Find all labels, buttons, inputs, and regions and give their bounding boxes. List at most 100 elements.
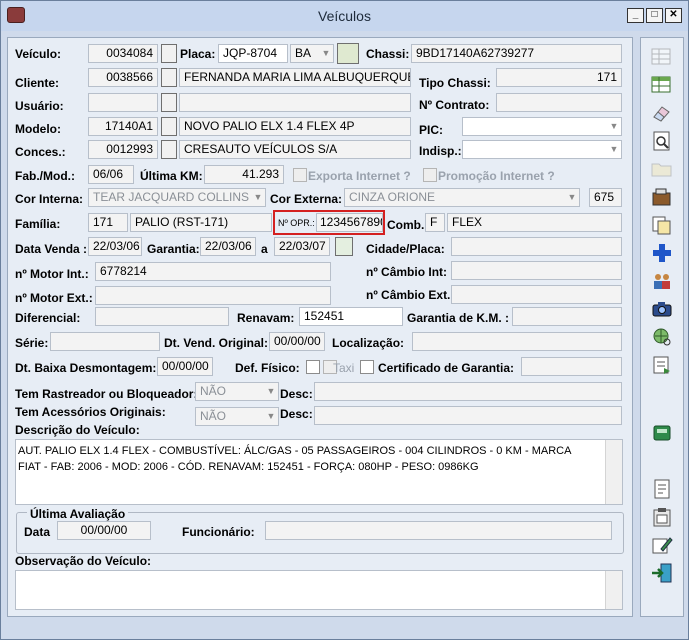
chevron-down-icon: ▼	[266, 411, 276, 421]
localizacao-field[interactable]	[412, 332, 622, 351]
cliente-name-field[interactable]: FERNANDA MARIA LIMA ALBUQUERQUE	[179, 68, 411, 87]
dt-vend-field[interactable]: 00/00/00	[269, 332, 325, 351]
desc1-field[interactable]	[314, 382, 622, 401]
document-icon[interactable]	[648, 476, 676, 502]
def-fisico-checkbox[interactable]	[306, 360, 320, 374]
pencil-edit-icon[interactable]	[648, 532, 676, 558]
eraser-icon[interactable]	[648, 100, 676, 126]
grid-edit-icon[interactable]	[648, 72, 676, 98]
uf-select[interactable]: BA ▼	[290, 44, 334, 63]
veiculo-field[interactable]: 0034084	[88, 44, 158, 63]
exit-door-icon[interactable]	[648, 560, 676, 586]
modelo-code-field[interactable]: 17140A1	[88, 117, 158, 136]
copy-docs-icon[interactable]	[648, 212, 676, 238]
cambio-ext-field[interactable]	[451, 285, 622, 304]
tipo-chassi-field[interactable]: 171	[496, 68, 622, 87]
contrato-field[interactable]	[496, 93, 622, 112]
dt-baixa-field[interactable]: 00/00/00	[157, 357, 213, 376]
green-book-icon[interactable]	[648, 420, 676, 446]
observacao-textarea[interactable]	[15, 570, 623, 610]
window-title: Veículos	[318, 8, 371, 24]
globe-search-icon[interactable]	[648, 324, 676, 350]
data-venda-field[interactable]: 22/03/06	[88, 237, 142, 256]
open-folder-icon[interactable]	[648, 156, 676, 182]
vehicle-window: Veículos _ □ ✕ Veículo: 0034084 Placa: J…	[0, 0, 689, 640]
modelo-search-button[interactable]	[161, 117, 177, 136]
indisp-select[interactable]: ▼	[462, 140, 622, 159]
close-button[interactable]: ✕	[665, 8, 682, 23]
diferencial-field[interactable]	[95, 307, 229, 326]
usuario-code-field[interactable]	[88, 93, 158, 112]
desc2-field[interactable]	[314, 406, 622, 425]
descricao-textarea[interactable]: AUT. PALIO ELX 1.4 FLEX - COMBUSTÍVEL: Á…	[15, 439, 623, 505]
maximize-button[interactable]: □	[646, 8, 663, 23]
add-plus-icon[interactable]	[648, 240, 676, 266]
cor-code-field[interactable]: 675	[589, 188, 622, 207]
exporta-checkbox[interactable]	[293, 168, 307, 182]
opr-highlight-box	[273, 210, 385, 235]
report-icon[interactable]	[648, 352, 676, 378]
cidade-field[interactable]	[451, 237, 622, 256]
conces-code-field[interactable]: 0012993	[88, 140, 158, 159]
ultima-km-field[interactable]: 41.293	[204, 165, 284, 184]
card-icon[interactable]	[337, 43, 359, 64]
usuario-search-button[interactable]	[161, 93, 177, 112]
rastreador-select[interactable]: NÃO ▼	[195, 382, 279, 401]
cliente-search-button[interactable]	[161, 68, 177, 87]
modelo-name-field[interactable]: NOVO PALIO ELX 1.4 FLEX 4P	[179, 117, 411, 136]
camera-box-icon[interactable]	[648, 184, 676, 210]
familia-name-field[interactable]: PALIO (RST-171)	[130, 213, 272, 232]
promocao-checkbox[interactable]	[423, 168, 437, 182]
data-venda-label: Data Venda :	[15, 242, 88, 256]
acessorios-select[interactable]: NÃO ▼	[195, 407, 279, 426]
conces-name-field[interactable]: CRESAUTO VEÍCULOS S/A	[179, 140, 411, 159]
localizacao-label: Localização:	[332, 336, 405, 350]
data-field[interactable]: 00/00/00	[57, 521, 151, 540]
minimize-button[interactable]: _	[627, 8, 644, 23]
motor-int-label: nº Motor Int.:	[15, 267, 89, 281]
fab-field[interactable]: 06/06	[88, 165, 134, 184]
funcionario-field[interactable]	[265, 521, 612, 540]
garantia-de-field[interactable]: 22/03/06	[200, 237, 256, 256]
motor-int-field[interactable]: 6778214	[95, 262, 331, 281]
cambio-int-label: nº Câmbio Int:	[366, 265, 448, 279]
cor-interna-label: Cor Interna:	[15, 192, 84, 206]
cor-externa-select[interactable]: CINZA ORIONE ▼	[344, 188, 580, 207]
renavam-field[interactable]: 152451	[299, 307, 403, 326]
print-preview-icon[interactable]	[648, 128, 676, 154]
serie-field[interactable]	[50, 332, 160, 351]
motor-ext-field[interactable]	[95, 286, 331, 305]
observacao-scrollbar[interactable]	[605, 571, 622, 609]
usuario-name-field[interactable]	[179, 93, 411, 112]
usuario-label: Usuário:	[15, 99, 64, 113]
descricao-scrollbar[interactable]	[605, 440, 622, 504]
certificado-field[interactable]	[521, 357, 622, 376]
cor-interna-select[interactable]: TEAR JACQUARD COLLINS ▼	[88, 188, 266, 207]
garantia-label: Garantia:	[147, 242, 200, 256]
chevron-down-icon: ▼	[567, 192, 577, 202]
cliente-code-field[interactable]: 0038566	[88, 68, 158, 87]
pic-select[interactable]: ▼	[462, 117, 622, 136]
conces-search-button[interactable]	[161, 140, 177, 159]
clipboard-icon[interactable]	[648, 504, 676, 530]
comb-name-field[interactable]: FLEX	[447, 213, 622, 232]
grid-add-icon[interactable]	[648, 44, 676, 70]
certificado-checkbox[interactable]	[360, 360, 374, 374]
chevron-down-icon: ▼	[609, 121, 619, 131]
comb-code-field[interactable]: F	[425, 213, 445, 232]
garantia-km-field[interactable]	[512, 307, 622, 326]
cambio-int-field[interactable]	[451, 261, 622, 280]
acessorios-label: Tem Acessórios Originais:	[15, 405, 166, 419]
camera-icon[interactable]	[648, 296, 676, 322]
placa-field[interactable]: JQP-8704	[218, 44, 288, 63]
garantia-ate-field[interactable]: 22/03/07	[274, 237, 330, 256]
chevron-down-icon: ▼	[609, 144, 619, 154]
chassi-field[interactable]: 9BD17140A62739277	[411, 44, 622, 63]
people-icon[interactable]	[648, 268, 676, 294]
calendar-icon[interactable]	[335, 237, 353, 256]
observacao-label: Observação do Veículo:	[15, 554, 152, 568]
veiculo-search-button[interactable]	[161, 44, 177, 63]
certificado-label: Certificado de Garantia:	[378, 361, 515, 375]
cor-externa-label: Cor Externa:	[270, 192, 343, 206]
familia-code-field[interactable]: 171	[88, 213, 128, 232]
